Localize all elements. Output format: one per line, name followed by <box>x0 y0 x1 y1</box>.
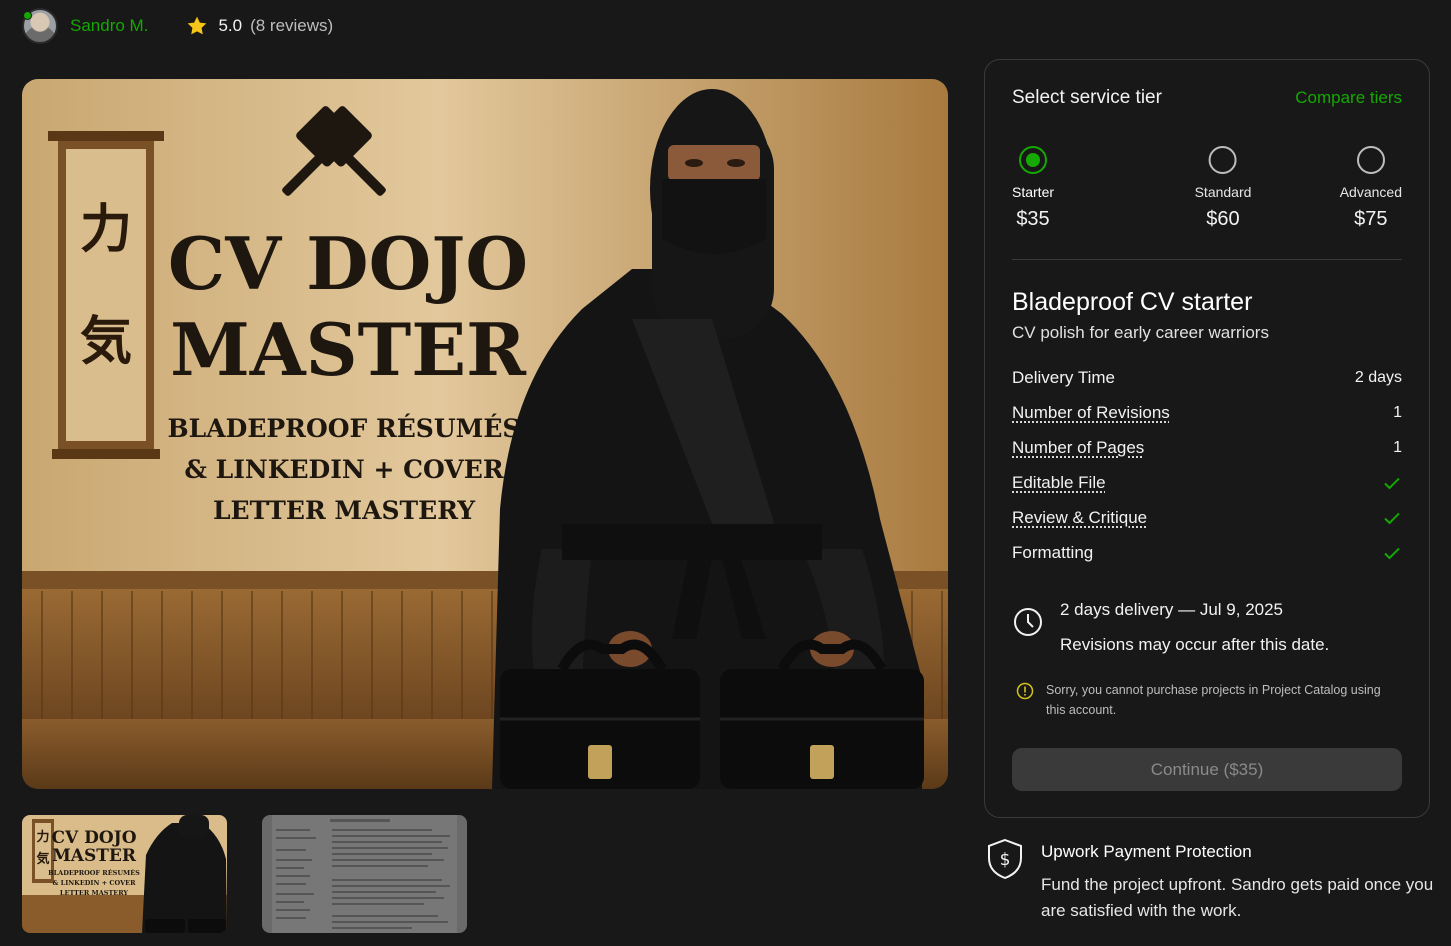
delivery-date: 2 days delivery — Jul 9, 2025 <box>1060 600 1284 619</box>
feature-label: Formatting <box>1012 542 1094 562</box>
delivery-info: 2 days delivery — Jul 9, 2025 Revisions … <box>1012 592 1402 662</box>
rating-value: 5.0 <box>218 16 243 35</box>
tier-price: $60 <box>1206 208 1240 230</box>
check-icon <box>1384 512 1400 524</box>
star-icon <box>188 16 207 35</box>
tier-name: Standard <box>1194 184 1252 200</box>
package-title: Bladeproof CV starter <box>1012 288 1253 316</box>
tier-price: $35 <box>1016 208 1050 230</box>
tier-name: Starter <box>1012 184 1055 200</box>
review-count-link[interactable]: (8 reviews) <box>250 16 333 36</box>
svg-text:LETTER MASTERY: LETTER MASTERY <box>60 889 129 897</box>
service-tier-card: Select service tier Compare tiers Starte… <box>984 59 1430 818</box>
feature-label-tooltip[interactable]: Review & Critique <box>1012 508 1147 528</box>
feature-label-tooltip[interactable]: Editable File <box>1012 473 1106 493</box>
feature-value: 1 <box>1393 403 1402 421</box>
feature-row: Number of Pages 1 <box>1012 430 1402 465</box>
hero-title-line-2: MASTER <box>170 307 527 392</box>
feature-label-tooltip[interactable]: Number of Pages <box>1012 438 1144 458</box>
divider <box>1012 259 1402 260</box>
tier-price: $75 <box>1354 208 1388 230</box>
scroll-decoration: 力 気 <box>48 131 164 459</box>
radio-button-starter[interactable] <box>1019 146 1047 174</box>
tier-selector: Starter $35 Standard $60 Advanced $75 <box>1012 146 1402 236</box>
warning-icon <box>1016 682 1034 700</box>
protection-title: Upwork Payment Protection <box>1041 842 1252 861</box>
feature-row: Delivery Time 2 days <box>1012 360 1402 395</box>
shield-dollar-icon: $ <box>988 838 1022 880</box>
scroll-glyph-1: 力 <box>80 199 132 260</box>
clock-icon <box>1014 608 1042 636</box>
hero-tagline-line-3: LETTER MASTERY <box>213 496 476 525</box>
avatar[interactable] <box>22 8 58 44</box>
tier-name: Advanced <box>1339 184 1402 200</box>
feature-label: Delivery Time <box>1012 367 1115 387</box>
gallery-thumbnail-cover[interactable]: 力 気 CV DOJO MASTER BLADEPROOF RÉSUMÉS & … <box>22 815 227 933</box>
gallery-thumbnail-resume-sample[interactable] <box>262 815 467 933</box>
tier-option-starter[interactable]: Starter $35 <box>1012 146 1054 231</box>
hero-tagline-line-2: & LINKEDIN + COVER <box>184 455 503 484</box>
feature-list: Delivery Time 2 days Number of Revisions… <box>1012 360 1402 570</box>
radio-button-standard[interactable] <box>1208 146 1237 174</box>
svg-text:$: $ <box>1000 850 1011 870</box>
radio-button-advanced[interactable] <box>1356 146 1385 174</box>
check-icon <box>1384 547 1400 559</box>
svg-text:力: 力 <box>36 829 49 845</box>
scroll-glyph-2: 気 <box>80 311 132 372</box>
project-main-image[interactable]: 力 気 CV DOJO MASTER BLADEPROOF RÉSUMÉS & … <box>22 79 948 789</box>
seller-rating: 5.0 (8 reviews) <box>186 15 333 37</box>
feature-value: 2 days <box>1354 368 1402 386</box>
feature-value: 1 <box>1393 438 1402 456</box>
svg-text:MASTER: MASTER <box>52 846 137 866</box>
continue-button[interactable]: Continue ($35) <box>1012 748 1402 791</box>
compare-tiers-link[interactable]: Compare tiers <box>1295 88 1402 108</box>
check-icon <box>1384 477 1400 489</box>
svg-text:気: 気 <box>36 851 49 867</box>
feature-row: Editable File <box>1012 465 1402 500</box>
notice-text: Sorry, you cannot purchase projects in P… <box>1046 683 1381 717</box>
payment-protection: $ Upwork Payment Protection Fund the pro… <box>986 838 1436 924</box>
hero-tagline-line-1: BLADEPROOF RÉSUMÉS <box>168 414 521 443</box>
svg-text:BLADEPROOF RÉSUMÉS: BLADEPROOF RÉSUMÉS <box>48 868 140 877</box>
feature-row: Review & Critique <box>1012 500 1402 535</box>
svg-text:& LINKEDIN + COVER: & LINKEDIN + COVER <box>53 879 137 887</box>
tier-card-title: Select service tier <box>1012 87 1162 108</box>
tier-option-advanced[interactable]: Advanced $75 <box>1340 146 1402 231</box>
hero-title-line-1: CV DOJO <box>168 221 528 306</box>
feature-label-tooltip[interactable]: Number of Revisions <box>1012 403 1170 423</box>
online-status-dot <box>23 11 32 20</box>
protection-text: Fund the project upfront. Sandro gets pa… <box>1041 875 1434 920</box>
purchase-notice: Sorry, you cannot purchase projects in P… <box>1016 680 1402 720</box>
seller-name-link[interactable]: Sandro M. <box>70 16 148 36</box>
svg-text:CV DOJO: CV DOJO <box>51 828 136 848</box>
delivery-note: Revisions may occur after this date. <box>1060 635 1330 654</box>
feature-row: Number of Revisions 1 <box>1012 395 1402 430</box>
feature-row: Formatting <box>1012 535 1402 570</box>
seller-header: Sandro M. 5.0 (8 reviews) <box>22 8 333 44</box>
tier-option-standard[interactable]: Standard $60 <box>1194 146 1252 231</box>
package-subtitle: CV polish for early career warriors <box>1012 323 1269 342</box>
